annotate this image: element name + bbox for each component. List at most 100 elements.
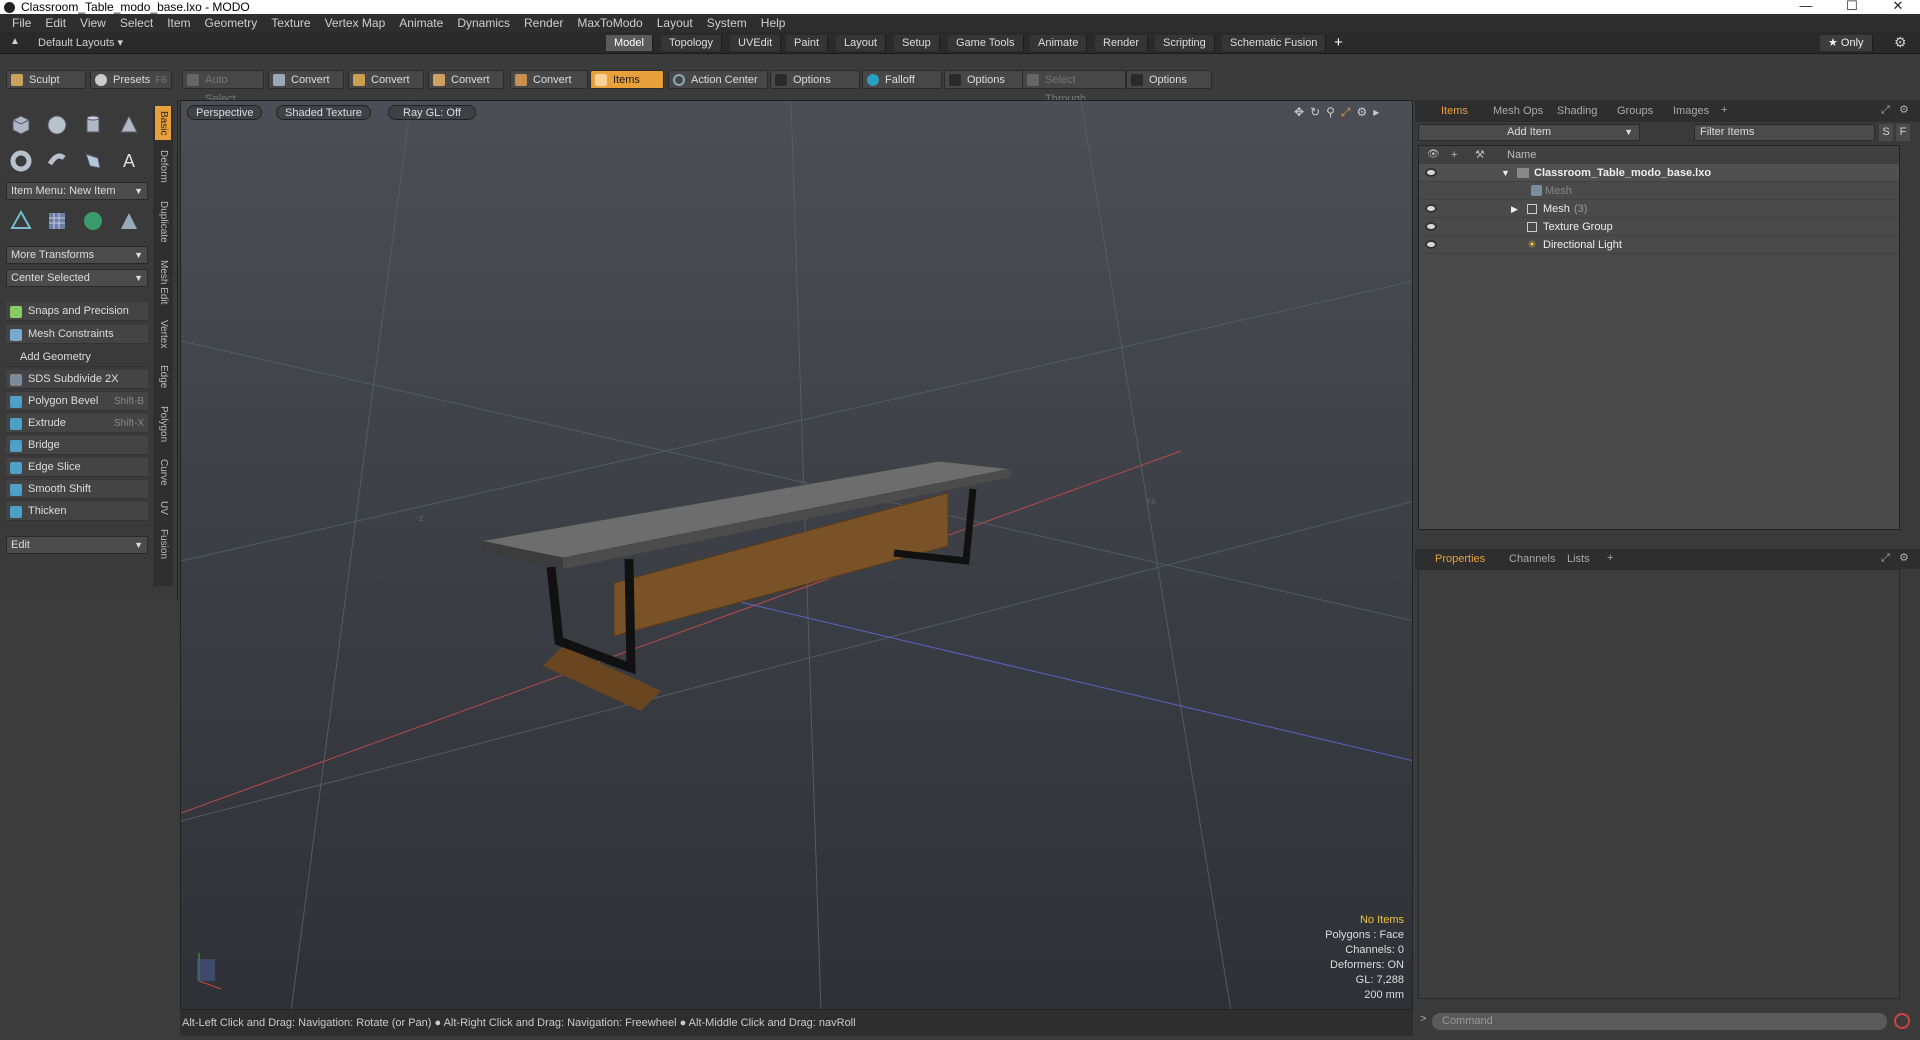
default-layouts-dropdown[interactable]: Default Layouts ▾ bbox=[38, 35, 123, 51]
tab-paint[interactable]: Paint bbox=[786, 35, 829, 51]
tab-mesh-ops[interactable]: Mesh Ops bbox=[1487, 104, 1549, 118]
tab-shading[interactable]: Shading bbox=[1551, 104, 1603, 118]
name-column-header[interactable]: Name bbox=[1507, 146, 1536, 164]
expand-arrow-icon[interactable]: ▶ bbox=[1511, 200, 1518, 218]
sculpt-button[interactable]: Sculpt bbox=[6, 70, 86, 89]
filter-f-button[interactable]: F bbox=[1896, 124, 1910, 141]
add-props-tab-button[interactable]: + bbox=[1601, 551, 1619, 565]
panel-gear-icon[interactable]: ⚙ bbox=[1893, 551, 1915, 565]
viewport-settings-icon[interactable]: ⚙ bbox=[1357, 105, 1368, 120]
cylinder-icon[interactable] bbox=[78, 110, 108, 140]
visibility-eye-icon[interactable] bbox=[1425, 168, 1437, 177]
perspective-button[interactable]: Perspective bbox=[187, 105, 263, 120]
layout-up-icon[interactable]: ▲ bbox=[10, 36, 20, 47]
item-row-texture-group[interactable]: Texture Group bbox=[1419, 218, 1899, 236]
falloff-button[interactable]: Falloff bbox=[862, 70, 942, 89]
text-icon[interactable]: A bbox=[114, 146, 144, 176]
select-through-button[interactable]: Select Through bbox=[1022, 70, 1126, 105]
tab-layout[interactable]: Layout bbox=[836, 35, 887, 51]
maximize-button[interactable]: ☐ bbox=[1834, 0, 1870, 14]
vtab-curve[interactable]: Curve bbox=[155, 456, 171, 488]
command-input[interactable]: Command bbox=[1432, 1013, 1887, 1030]
menu-file[interactable]: File bbox=[0, 16, 38, 30]
tool-bridge[interactable]: Bridge bbox=[6, 436, 148, 455]
vtab-deform[interactable]: Deform bbox=[155, 146, 171, 186]
tab-uvedit[interactable]: UVEdit bbox=[730, 35, 782, 51]
vtab-basic[interactable]: Basic bbox=[155, 106, 171, 140]
menu-item[interactable]: Item bbox=[160, 16, 197, 30]
rotate-icon[interactable]: ↻ bbox=[1310, 105, 1320, 120]
item-row-scene[interactable]: ▼ Classroom_Table_modo_base.lxo bbox=[1419, 164, 1899, 182]
select-options-button[interactable]: Options bbox=[1126, 70, 1212, 89]
tab-groups[interactable]: Groups bbox=[1611, 104, 1659, 118]
edit-dropdown[interactable]: Edit ▼ bbox=[6, 536, 148, 554]
tool-polygon-bevel[interactable]: Polygon Bevel Shift-B bbox=[6, 392, 148, 411]
tab-animate[interactable]: Animate bbox=[1030, 35, 1088, 51]
menu-animate[interactable]: Animate bbox=[392, 16, 450, 30]
zoom-icon[interactable]: ⚲ bbox=[1326, 105, 1335, 120]
item-menu-dropdown[interactable]: Item Menu: New Item ▼ bbox=[6, 182, 148, 200]
3d-viewport[interactable]: -z +x Perspective Shaded Texture Ray GL:… bbox=[180, 100, 1413, 1010]
filter-s-button[interactable]: S bbox=[1879, 124, 1893, 141]
items-mode-button[interactable]: Items bbox=[590, 70, 664, 89]
vtab-fusion[interactable]: Fusion bbox=[155, 526, 171, 562]
cone-icon[interactable] bbox=[114, 110, 144, 140]
falloff-options-button[interactable]: Options bbox=[944, 70, 1024, 89]
classroom-table-model[interactable] bbox=[480, 460, 1012, 711]
visibility-eye-icon[interactable] bbox=[1425, 240, 1437, 249]
globe-icon[interactable] bbox=[78, 206, 108, 236]
menu-dynamics[interactable]: Dynamics bbox=[450, 16, 517, 30]
vtab-vertex[interactable]: Vertex bbox=[155, 316, 171, 352]
add-tab-button[interactable]: + bbox=[1334, 34, 1343, 51]
tab-model[interactable]: Model bbox=[606, 35, 653, 51]
menu-vertex-map[interactable]: Vertex Map bbox=[318, 16, 393, 30]
menu-select[interactable]: Select bbox=[113, 16, 160, 30]
grid-icon[interactable] bbox=[42, 206, 72, 236]
vtab-duplicate[interactable]: Duplicate bbox=[155, 196, 171, 248]
raygl-button[interactable]: Ray GL: Off bbox=[388, 105, 476, 120]
tab-topology[interactable]: Topology bbox=[661, 35, 723, 51]
panel-gear-icon[interactable]: ⚙ bbox=[1893, 103, 1915, 117]
tab-properties[interactable]: Properties bbox=[1429, 552, 1491, 566]
tab-schematic-fusion[interactable]: Schematic Fusion bbox=[1222, 35, 1327, 51]
menu-help[interactable]: Help bbox=[754, 16, 793, 30]
cube-icon[interactable] bbox=[6, 110, 36, 140]
menu-edit[interactable]: Edit bbox=[38, 16, 73, 30]
sphere-icon[interactable] bbox=[42, 110, 72, 140]
menu-system[interactable]: System bbox=[700, 16, 754, 30]
minimize-button[interactable]: — bbox=[1788, 0, 1824, 13]
tool-edge-slice[interactable]: Edge Slice bbox=[6, 458, 148, 477]
menu-texture[interactable]: Texture bbox=[264, 16, 317, 30]
vtab-polygon[interactable]: Polygon bbox=[155, 402, 171, 446]
close-button[interactable]: ✕ bbox=[1880, 0, 1916, 14]
visibility-eye-icon[interactable] bbox=[1425, 204, 1437, 213]
visibility-eye-icon[interactable] bbox=[1425, 222, 1437, 231]
filter-items-input[interactable]: Filter Items bbox=[1694, 124, 1875, 141]
tab-scripting[interactable]: Scripting bbox=[1155, 35, 1215, 51]
item-row-mesh-group[interactable]: ▶ Mesh (3) bbox=[1419, 200, 1899, 218]
menu-geometry[interactable]: Geometry bbox=[198, 16, 265, 30]
tool-sds-subdivide[interactable]: SDS Subdivide 2X bbox=[6, 370, 148, 389]
convert-material-button[interactable]: Convert bbox=[510, 70, 588, 89]
plane-icon[interactable] bbox=[114, 206, 144, 236]
presets-button[interactable]: Presets F6 bbox=[90, 70, 172, 89]
more-transforms-dropdown[interactable]: More Transforms ▼ bbox=[6, 246, 148, 264]
mesh-constraints-button[interactable]: Mesh Constraints bbox=[6, 325, 148, 344]
tool-smooth-shift[interactable]: Smooth Shift bbox=[6, 480, 148, 499]
gear-icon[interactable]: ⚙ bbox=[1894, 34, 1907, 51]
menu-render[interactable]: Render bbox=[517, 16, 570, 30]
convert-vertex-button[interactable]: Convert bbox=[268, 70, 344, 89]
snaps-precision-button[interactable]: Snaps and Precision bbox=[6, 302, 148, 321]
auto-select-button[interactable]: Auto Select bbox=[182, 70, 264, 105]
expand-arrow-icon[interactable]: ▼ bbox=[1501, 164, 1510, 182]
center-selected-dropdown[interactable]: Center Selected ▼ bbox=[6, 269, 148, 287]
tab-lists[interactable]: Lists bbox=[1561, 552, 1596, 566]
add-item-dropdown[interactable]: Add Item ▼ bbox=[1418, 124, 1640, 141]
convert-polygon-button[interactable]: Convert bbox=[428, 70, 504, 89]
only-toggle[interactable]: ★ Only bbox=[1820, 35, 1873, 51]
action-center-options-button[interactable]: Options bbox=[770, 70, 860, 89]
menu-view[interactable]: View bbox=[73, 16, 113, 30]
action-center-button[interactable]: Action Center bbox=[668, 70, 768, 89]
tab-items[interactable]: Items bbox=[1435, 104, 1474, 118]
menu-layout[interactable]: Layout bbox=[650, 16, 700, 30]
